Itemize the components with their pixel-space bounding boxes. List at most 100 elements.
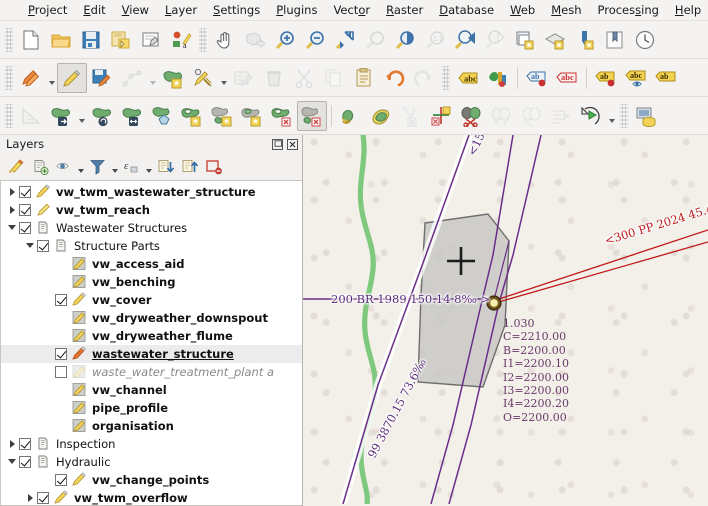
layer-visibility-checkbox[interactable] [55,473,67,486]
paste-features-icon[interactable] [349,63,379,93]
pan-to-selection-icon[interactable] [240,25,270,55]
zoom-last-icon[interactable] [450,25,480,55]
chevron-down-icon[interactable] [5,219,19,237]
current-edits-icon[interactable] [16,63,46,93]
move-label-icon[interactable]: ab [591,63,621,93]
chevron-right-icon[interactable] [5,435,19,453]
layer-visibility-checkbox[interactable] [19,221,31,234]
vertex-tool-all-icon[interactable] [516,101,546,131]
layer-visibility-checkbox[interactable] [55,293,67,306]
refresh-icon[interactable] [570,25,600,55]
rotate-label-icon[interactable]: ab [651,63,681,93]
layer-visibility-checkbox[interactable] [37,239,49,252]
layer-tree-row[interactable]: Inspection [1,435,302,453]
add-polygon-feature-icon[interactable] [158,63,188,93]
rotate-feature-icon[interactable] [87,101,117,131]
layer-visibility-checkbox[interactable] [19,437,31,450]
add-line-feature-icon[interactable] [117,63,147,93]
layer-tree-row[interactable]: vw_access_aid [1,255,302,273]
merge-features-icon[interactable] [456,101,486,131]
open-project-icon[interactable] [46,25,76,55]
layer-visibility-checkbox[interactable] [19,203,31,216]
delete-ring-icon[interactable] [267,101,297,131]
close-panel-icon[interactable] [286,138,299,151]
filter-legend-dropdown-icon[interactable] [110,156,120,178]
zoom-to-selection-icon[interactable] [360,25,390,55]
pin-labels-icon[interactable]: ab [522,63,552,93]
layer-tree-row[interactable]: Wastewater Structures [1,219,302,237]
open-layer-styling-panel-icon[interactable] [4,156,28,178]
show-bookmarks-icon[interactable] [600,25,630,55]
zoom-to-layer-icon[interactable] [390,25,420,55]
chevron-down-icon[interactable] [5,453,19,471]
map-canvas[interactable]: 200 BR 1989 150.14 8‰ > <1500 CS 1989 16… [303,135,708,506]
layer-tree-row[interactable]: vw_dryweather_flume [1,327,302,345]
layer-tree-row[interactable]: vw_change_points [1,471,302,489]
layer-tree-row[interactable]: Hydraulic [1,453,302,471]
temporal-controller-icon[interactable] [630,25,660,55]
layer-visibility-checkbox[interactable] [19,455,31,468]
layer-tree-row[interactable]: waste_water_treatment_plant a [1,363,302,381]
menu-raster[interactable]: Raster [378,1,431,19]
expand-all-icon[interactable] [154,156,178,178]
menu-vector[interactable]: Vector [325,1,378,19]
toolbar-drag-handle-3[interactable] [5,65,13,90]
enable-tracing-icon[interactable] [16,101,46,131]
new-3d-map-view-icon[interactable] [540,25,570,55]
rotate-symbols-icon[interactable] [576,101,606,131]
menu-help[interactable]: Help [667,1,708,19]
add-feature-dropdown-icon[interactable] [147,63,158,93]
zoom-next-icon[interactable] [480,25,510,55]
highlight-labels-icon[interactable]: abc [552,63,582,93]
filter-legend-expression-dropdown-icon[interactable] [144,156,154,178]
chevron-down-icon[interactable] [23,237,37,255]
zoom-full-icon[interactable] [330,25,360,55]
save-project-icon[interactable] [76,25,106,55]
reshape-features-icon[interactable] [336,101,366,131]
menu-settings[interactable]: Settings [205,1,268,19]
menu-view[interactable]: View [114,1,157,19]
new-project-icon[interactable] [16,25,46,55]
move-feature-icon[interactable] [46,101,76,131]
zoom-out-icon[interactable] [300,25,330,55]
menu-plugins[interactable]: Plugins [268,1,325,19]
chevron-right-icon[interactable] [23,489,37,505]
chevron-right-icon[interactable] [5,183,19,201]
delete-part-icon[interactable] [297,100,327,131]
layer-tree[interactable]: vw_twm_wastewater_structure vw_twm_reach W… [0,179,302,506]
split-features-icon[interactable] [396,101,426,131]
add-part-icon[interactable] [207,101,237,131]
layer-tree-row[interactable]: vw_twm_overflow [1,489,302,505]
filter-legend-expression-icon[interactable]: ε [120,156,144,178]
menu-mesh[interactable]: Mesh [543,1,589,19]
layer-tree-row[interactable]: vw_twm_wastewater_structure [1,183,302,201]
style-manager-icon[interactable]: a [166,25,196,55]
add-ring-icon[interactable] [177,101,207,131]
fill-ring-icon[interactable] [237,101,267,131]
new-print-layout-icon[interactable] [136,25,166,55]
data-source-manager-icon[interactable] [631,101,661,131]
label-toolbar-icon[interactable]: abc [453,63,483,93]
toggle-editing-icon[interactable] [57,62,87,93]
menu-project[interactable]: Project [20,1,75,19]
layer-tree-row[interactable]: vw_dryweather_downspout [1,309,302,327]
current-edits-dropdown-icon[interactable] [46,63,57,93]
layer-tree-row[interactable]: wastewater_structure [1,344,302,363]
vertex-tool-icon[interactable] [188,63,218,93]
layer-tree-row[interactable]: Structure Parts [1,237,302,255]
style-dock-icon[interactable] [483,63,513,93]
layer-tree-row[interactable]: organisation [1,417,302,435]
toolbar-drag-handle-4[interactable] [442,65,450,90]
pan-map-icon[interactable] [210,25,240,55]
filter-legend-icon[interactable] [86,156,110,178]
save-project-as-icon[interactable] [106,25,136,55]
save-layer-edits-icon[interactable] [87,63,117,93]
undock-panel-icon[interactable] [271,138,284,151]
copy-features-icon[interactable] [319,63,349,93]
vertex-tool-dropdown-icon[interactable] [218,63,229,93]
delete-selected-icon[interactable] [259,63,289,93]
rotate-point-symbols-icon[interactable] [546,101,576,131]
remove-layer-icon[interactable] [202,156,226,178]
toolbar-drag-handle-6[interactable] [620,103,628,128]
move-feature-dropdown-icon[interactable] [76,101,87,131]
